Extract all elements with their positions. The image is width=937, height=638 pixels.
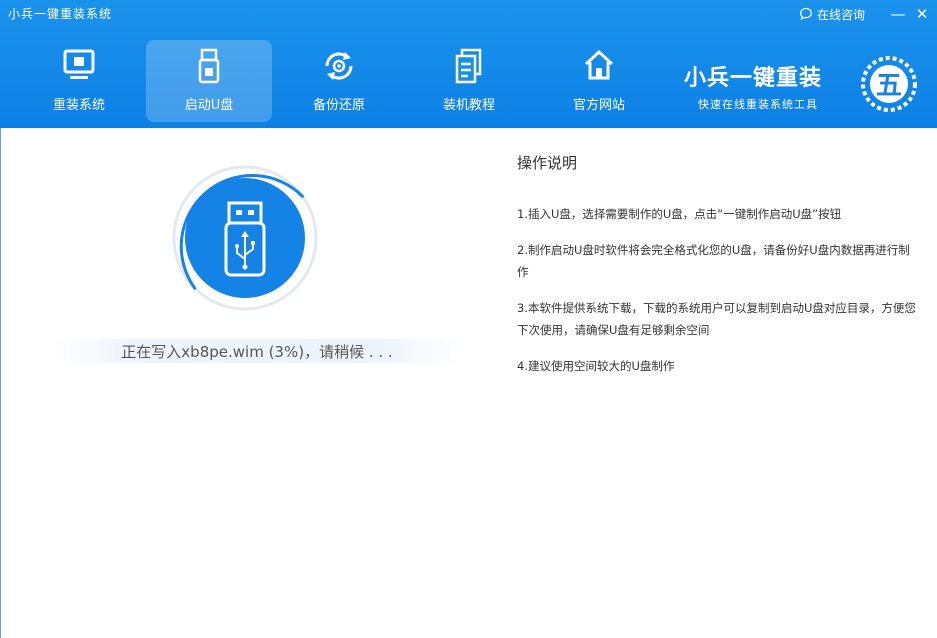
nav-boot-usb[interactable]: 启动U盘 [146, 40, 272, 122]
brand-logo-icon: 五 [861, 56, 917, 112]
brand-name: 小兵一键重装 [684, 66, 823, 91]
nav-label: 启动U盘 [184, 98, 234, 113]
brand-slogan: 快速在线重装系统工具 [698, 98, 818, 111]
instructions-panel: 操作说明 1.插入U盘，选择需要制作的U盘，点击“一键制作启动U盘”按钮 2.制… [517, 152, 917, 391]
main-nav: 重装系统 启动U盘 备份还原 装机教程 官方网站 [16, 40, 666, 122]
online-consult-link[interactable]: 在线咨询 [799, 6, 865, 23]
instruction-item: 2.制作启动U盘时软件将会完全格式化您的U盘，请备份好U盘内数据再进行制作 [517, 243, 910, 279]
backup-restore-icon [325, 52, 353, 80]
instruction-item: 3.本软件提供系统下载，下载的系统用户可以复制到启动U盘对应目录，方便您下次使用… [517, 301, 916, 337]
nav-install-tutorial[interactable]: 装机教程 [406, 40, 532, 122]
minimize-button[interactable]: — [889, 5, 907, 23]
monitor-icon [63, 49, 95, 79]
nav-label: 重装系统 [52, 98, 105, 113]
nav-label: 官方网站 [572, 98, 625, 113]
instructions-title: 操作说明 [517, 154, 578, 172]
online-consult-label: 在线咨询 [816, 7, 865, 22]
logo-text: 五 [876, 71, 902, 101]
usb-progress-ring [172, 165, 318, 311]
chat-bubble-icon [800, 7, 812, 21]
app-title: 小兵一键重装系统 [8, 7, 113, 21]
home-icon [584, 49, 614, 80]
nav-label: 备份还原 [312, 98, 365, 113]
window-left-border [0, 128, 1, 638]
brand-block: 小兵一键重装 快速在线重装系统工具 五 [680, 44, 930, 124]
close-button[interactable]: ✕ [913, 5, 931, 23]
instruction-item: 1.插入U盘，选择需要制作的U盘，点击“一键制作启动U盘”按钮 [517, 207, 842, 221]
usb-drive-icon [198, 48, 220, 84]
nav-label: 装机教程 [442, 98, 495, 113]
document-icon [455, 48, 482, 84]
nav-reinstall-system[interactable]: 重装系统 [16, 40, 142, 122]
window-controls: 在线咨询 — ✕ [799, 4, 931, 24]
nav-backup-restore[interactable]: 备份还原 [276, 40, 402, 122]
header-bar: 小兵一键重装系统 在线咨询 — ✕ 重装系统 启动U盘 备份还原 装机教程 官方… [0, 0, 937, 128]
instruction-item: 4.建议使用空间较大的U盘制作 [517, 359, 675, 373]
write-status-text: 正在写入xb8pe.wim (3%)，请稍候 . . . [121, 343, 393, 361]
nav-official-site[interactable]: 官方网站 [536, 40, 662, 122]
